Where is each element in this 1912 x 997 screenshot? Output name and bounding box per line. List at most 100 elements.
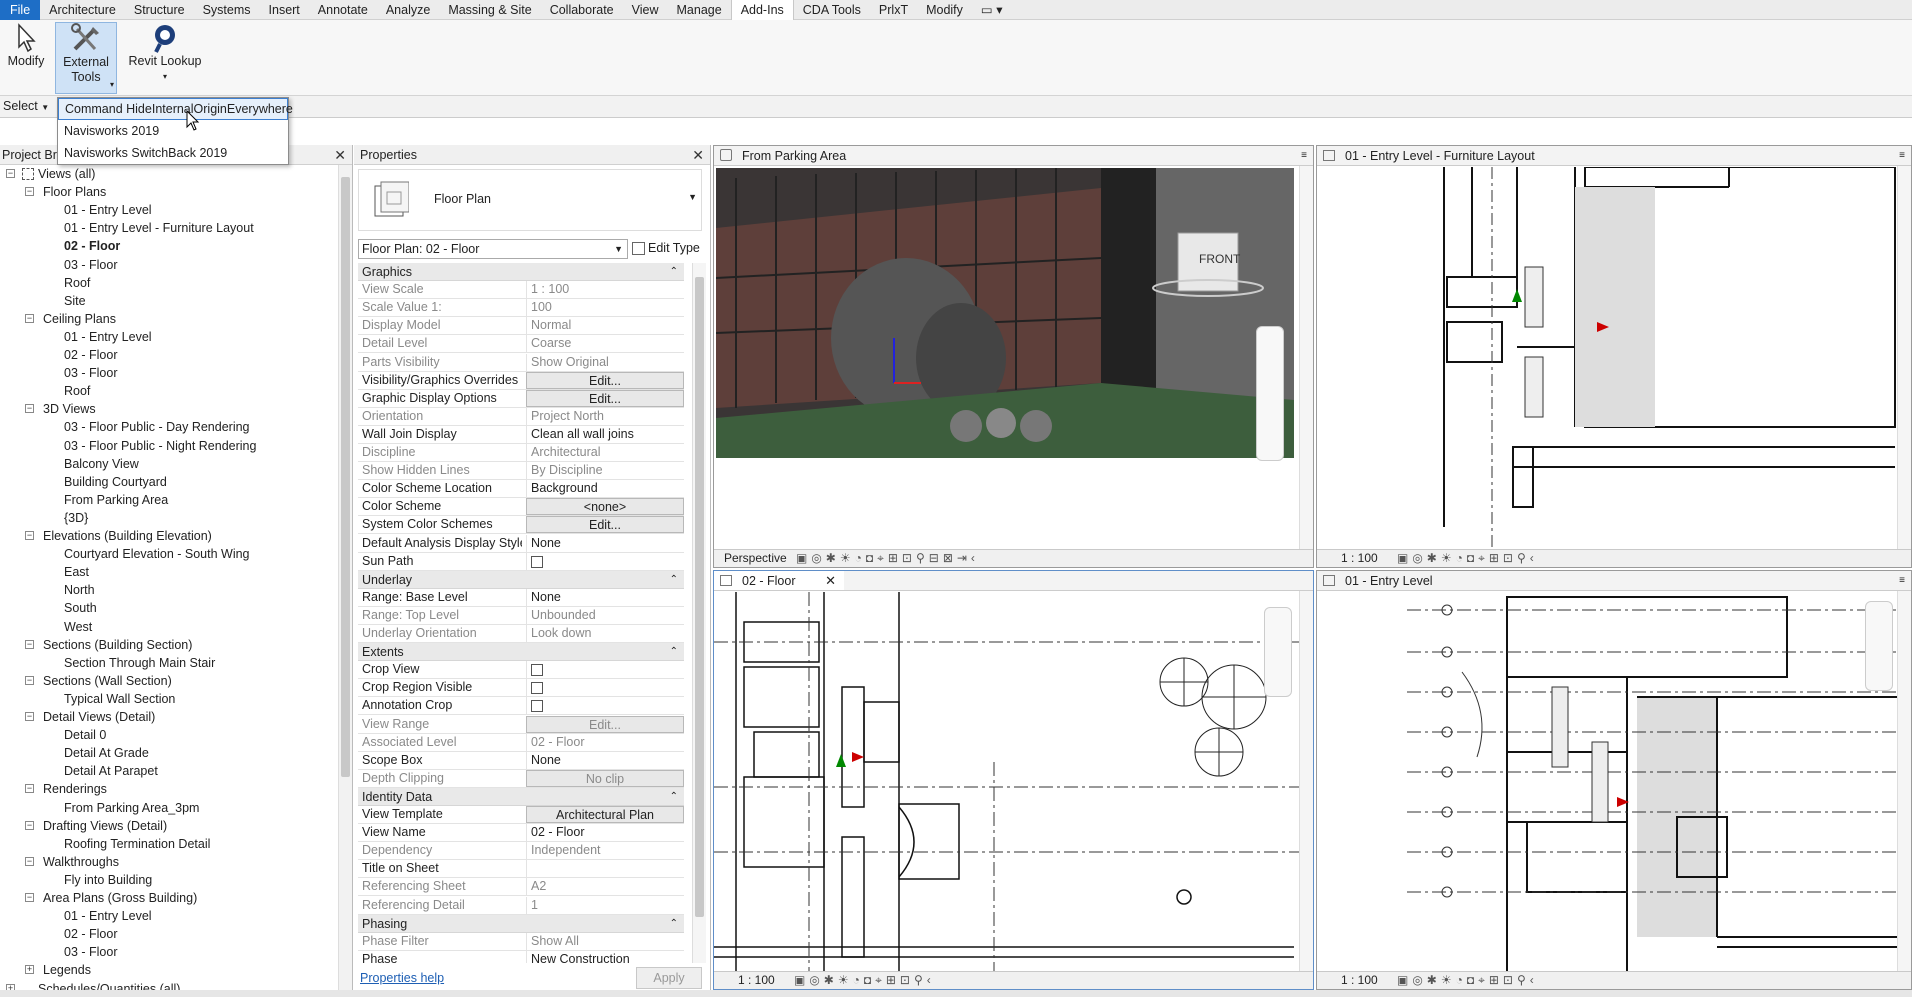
tree-group[interactable]: Views (all)	[38, 165, 95, 183]
view-control-icons[interactable]: ▣◎✱☀◔◘⌖⊞⊡⚲‹	[1397, 972, 1538, 989]
menu-architecture[interactable]: Architecture	[40, 0, 125, 20]
select-dropdown[interactable]: Select ▼	[3, 99, 49, 113]
collapse-icon[interactable]: −	[25, 893, 34, 902]
tree-item[interactable]: 03 - Floor	[64, 943, 118, 961]
menu-file[interactable]: File	[0, 0, 41, 20]
collapse-icon[interactable]: −	[6, 169, 15, 178]
scroll-thumb[interactable]	[695, 277, 704, 917]
tree-group[interactable]: Area Plans (Gross Building)	[43, 889, 197, 907]
menu-annotate[interactable]: Annotate	[309, 0, 377, 20]
property-value[interactable]: None	[526, 588, 684, 606]
properties-help-link[interactable]: Properties help	[360, 971, 444, 985]
menu-item-navisworks-switchback-2019[interactable]: Navisworks SwitchBack 2019	[58, 142, 288, 164]
view-01-entry-level[interactable]: 01 - Entry Level ≡ 1: 100 ▣◎✱☀◔◘⌖⊞⊡⚲‹	[1316, 570, 1912, 990]
collapse-icon[interactable]: ⌃	[670, 643, 678, 661]
view-cube-label[interactable]: FRONT	[1199, 252, 1240, 266]
scroll-thumb[interactable]	[341, 177, 350, 777]
view-control-icons[interactable]: ▣◎✱☀◔◘⌖⊞⊡⚲‹	[1397, 550, 1538, 567]
tree-item[interactable]: 03 - Floor	[64, 364, 118, 382]
menu-icon[interactable]: ≡	[1899, 571, 1905, 591]
menu-add-ins[interactable]: Add-Ins	[730, 0, 794, 20]
close-icon[interactable]: ✕	[334, 145, 346, 165]
view-control-icons[interactable]: ▣◎✱☀◔◘⌖⊞⊡⚲‹	[794, 972, 935, 989]
tree-item[interactable]: East	[64, 563, 89, 581]
tree-item[interactable]: Roof	[64, 274, 90, 292]
menu-icon[interactable]: ≡	[1899, 146, 1905, 166]
project-browser-scrollbar[interactable]	[338, 165, 352, 997]
collapse-icon[interactable]: −	[25, 187, 34, 197]
tree-group[interactable]: Floor Plans	[43, 183, 106, 201]
tree-item[interactable]: 03 - Floor Public - Day Rendering	[64, 418, 250, 436]
tree-item[interactable]: Roofing Termination Detail	[64, 835, 210, 853]
apply-button[interactable]: Apply	[636, 967, 702, 989]
tree-group[interactable]: Legends	[43, 961, 91, 979]
collapse-icon[interactable]: −	[25, 856, 34, 866]
close-icon[interactable]: ✕	[692, 145, 704, 165]
type-selector[interactable]: Floor Plan ▼	[358, 169, 702, 231]
tree-group[interactable]: Ceiling Plans	[43, 310, 116, 328]
tree-group[interactable]: Sections (Building Section)	[43, 636, 192, 654]
collapse-icon[interactable]: −	[25, 531, 34, 540]
property-checkbox-cell[interactable]	[526, 661, 684, 679]
tree-item[interactable]: 01 - Entry Level - Furniture Layout	[64, 219, 254, 237]
collapse-icon[interactable]: −	[25, 313, 34, 323]
collapse-icon[interactable]: ⌃	[670, 263, 678, 281]
tree-item[interactable]: Balcony View	[64, 455, 139, 473]
menu-item-navisworks-2019[interactable]: Navisworks 2019	[58, 120, 288, 142]
property-checkbox-cell[interactable]	[526, 679, 684, 697]
property-value[interactable]: Background	[526, 480, 684, 498]
expand-icon[interactable]: +	[25, 965, 34, 975]
collapse-icon[interactable]: ⌃	[670, 788, 678, 806]
quick-access-dropdown-icon[interactable]: ▭ ▾	[972, 0, 1012, 20]
menu-massing-site[interactable]: Massing & Site	[439, 0, 540, 20]
menu-icon[interactable]: ≡	[1301, 146, 1307, 166]
tree-item[interactable]: 02 - Floor	[64, 346, 118, 364]
tree-item[interactable]: Detail At Parapet	[64, 762, 158, 780]
view-control-icons[interactable]: ▣◎✱☀◔◘⌖⊞⊡⚲⊟⊠⇥‹	[796, 550, 979, 567]
modify-button[interactable]: Modify	[4, 22, 48, 94]
property-checkbox-cell[interactable]	[526, 697, 684, 715]
navigation-bar[interactable]	[1256, 326, 1284, 461]
tree-group[interactable]: Detail Views (Detail)	[43, 708, 155, 726]
tree-group[interactable]: Sections (Wall Section)	[43, 672, 172, 690]
tree-item[interactable]: {3D}	[64, 509, 88, 527]
menu-systems[interactable]: Systems	[194, 0, 260, 20]
revit-lookup-button[interactable]: Revit Lookup ▾	[125, 22, 205, 94]
external-tools-button[interactable]: External Tools ▾	[55, 22, 117, 94]
tree-item[interactable]: Site	[64, 292, 86, 310]
tree-item[interactable]: Typical Wall Section	[64, 690, 175, 708]
tree-item[interactable]: Section Through Main Stair	[64, 654, 215, 672]
collapse-icon[interactable]: −	[25, 639, 34, 649]
tree-group[interactable]: 3D Views	[43, 400, 96, 418]
tree-group[interactable]: Walkthroughs	[43, 853, 119, 871]
menu-modify[interactable]: Modify	[917, 0, 972, 20]
tree-group[interactable]: Drafting Views (Detail)	[43, 817, 167, 835]
tree-item[interactable]: Detail At Grade	[64, 744, 149, 762]
section-header-graphics[interactable]: Graphics ⌃	[358, 263, 684, 281]
view-scale[interactable]: 1 : 100	[1341, 550, 1378, 567]
collapse-icon[interactable]: −	[25, 404, 34, 414]
edit-type-button[interactable]: Edit Type	[632, 239, 704, 259]
property-value[interactable]	[526, 860, 684, 878]
tree-item[interactable]: Courtyard Elevation - South Wing	[64, 545, 250, 563]
menu-cda-tools[interactable]: CDA Tools	[794, 0, 870, 20]
section-header-identity-data[interactable]: Identity Data ⌃	[358, 787, 684, 806]
view-furniture-layout[interactable]: 01 - Entry Level - Furniture Layout ≡ 1 …	[1316, 145, 1912, 568]
tree-item[interactable]: 03 - Floor	[64, 256, 118, 274]
collapse-icon[interactable]: −	[25, 675, 34, 685]
view-02-floor[interactable]: 02 - Floor ✕ 1: 100 ▣◎✱☀◔◘⌖⊞⊡⚲‹	[713, 570, 1314, 990]
section-header-extents[interactable]: Extents ⌃	[358, 643, 684, 662]
property-button[interactable]: Architectural Plan	[526, 806, 684, 823]
tree-item[interactable]: 01 - Entry Level	[64, 328, 152, 346]
property-button[interactable]: <none>	[526, 498, 684, 516]
view-mode[interactable]: Perspective	[724, 550, 787, 567]
tree-item[interactable]: 01 - Entry Level	[64, 201, 152, 219]
property-value[interactable]: Clean all wall joins	[526, 425, 684, 443]
menu-insert[interactable]: Insert	[260, 0, 309, 20]
tree-group[interactable]: Elevations (Building Elevation)	[43, 527, 212, 545]
tree-group[interactable]: Renderings	[43, 780, 107, 798]
menu-structure[interactable]: Structure	[125, 0, 194, 20]
property-checkbox-cell[interactable]	[526, 552, 684, 570]
view-scrollbar[interactable]	[1897, 591, 1911, 971]
menu-view[interactable]: View	[623, 0, 668, 20]
